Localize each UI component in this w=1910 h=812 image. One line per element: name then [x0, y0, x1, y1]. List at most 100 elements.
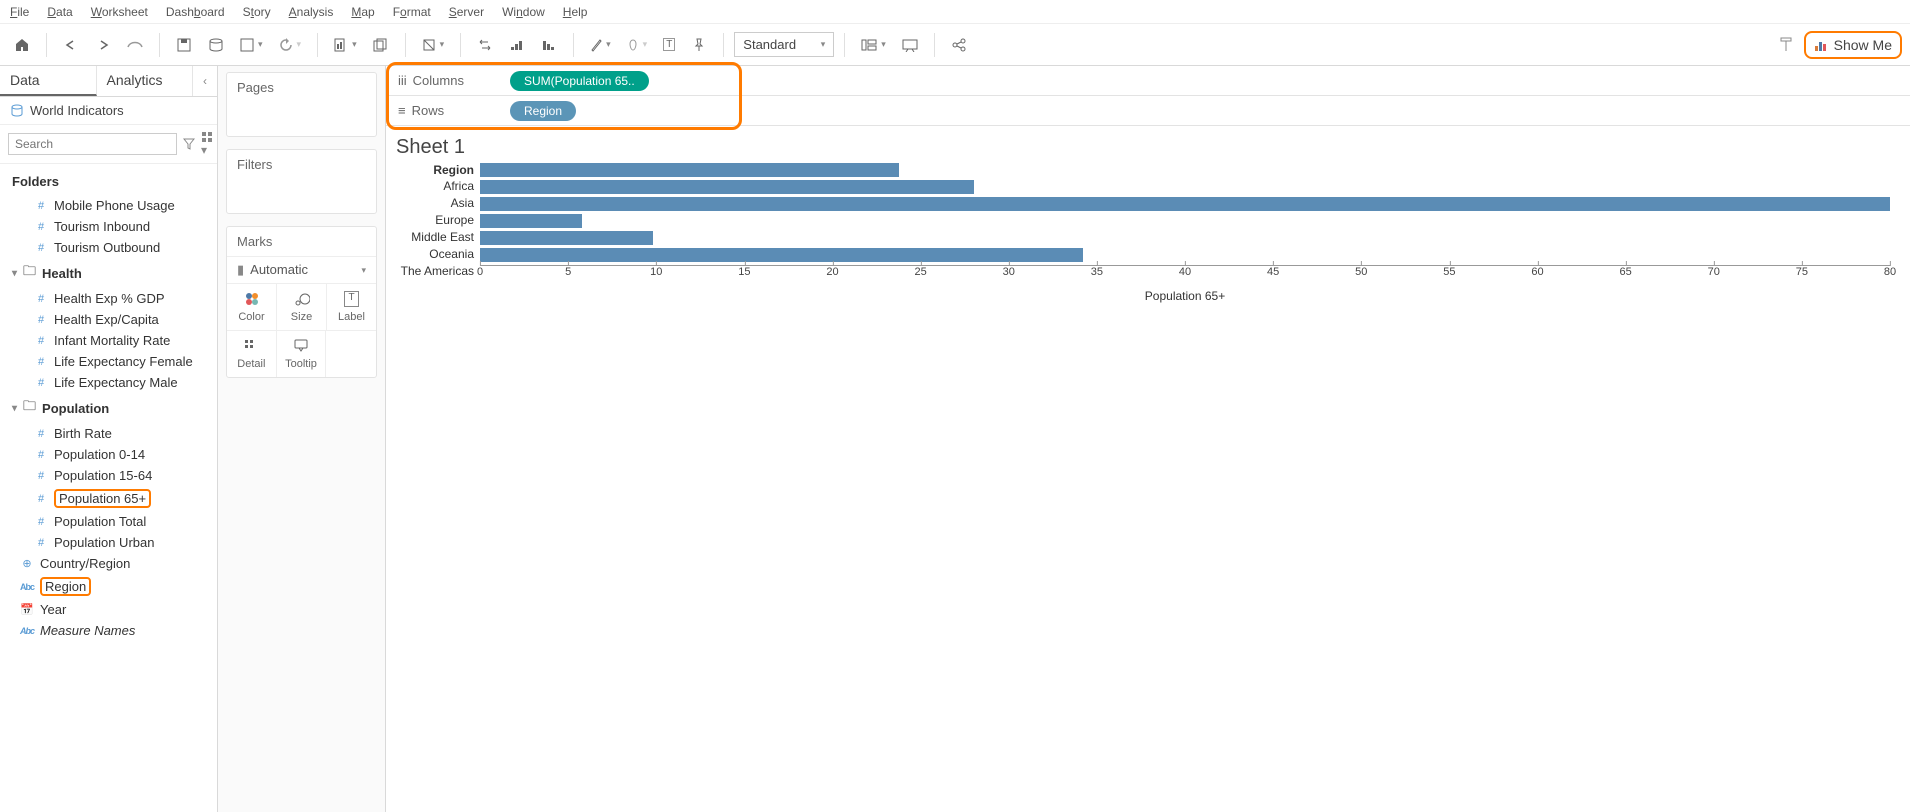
folder-item[interactable]: #Mobile Phone Usage [0, 195, 217, 216]
marks-label[interactable]: T Label [327, 284, 376, 330]
datasource-row[interactable]: World Indicators [0, 97, 217, 125]
data-pane: Data Analytics ‹ World Indicators ▾ Fold… [0, 66, 218, 812]
bar[interactable] [480, 163, 899, 177]
menu-map[interactable]: Map [351, 5, 374, 19]
revert-button[interactable] [121, 31, 149, 59]
field-item[interactable]: #Health Exp/Capita [0, 309, 217, 330]
bar[interactable] [480, 180, 974, 194]
field-item[interactable]: #Birth Rate [0, 423, 217, 444]
y-tick-label: Africa [390, 179, 480, 196]
menu-analysis[interactable]: Analysis [289, 5, 334, 19]
show-me-button[interactable]: Show Me [1804, 31, 1902, 59]
x-tick-label: 75 [1796, 266, 1808, 278]
view-icon[interactable]: ▾ [201, 131, 213, 157]
folder-group[interactable]: ▾🗀Health [0, 258, 217, 288]
x-tick-label: 25 [915, 266, 927, 278]
x-tick-label: 35 [1091, 266, 1103, 278]
new-worksheet-button[interactable]: ▾ [328, 31, 363, 59]
folder-item[interactable]: #Tourism Outbound [0, 237, 217, 258]
show-cards-button[interactable]: ▾ [855, 31, 892, 59]
group-button[interactable]: ▾ [621, 31, 654, 59]
pages-shelf[interactable]: Pages [226, 72, 377, 137]
fit-mode-select[interactable]: Standard ▾ [734, 32, 834, 57]
field-item[interactable]: ⊕Country/Region [0, 553, 217, 574]
autosave-button[interactable]: ▾ [234, 31, 269, 59]
filter-icon[interactable] [183, 138, 195, 150]
tab-data[interactable]: Data [0, 66, 97, 96]
tooltip-icon [293, 338, 309, 354]
sort-asc-button[interactable] [503, 31, 531, 59]
rows-icon: ≡ [398, 103, 406, 118]
field-item[interactable]: #Population 65+ [0, 486, 217, 511]
home-button[interactable] [8, 31, 36, 59]
columns-pill[interactable]: SUM(Population 65.. [510, 71, 649, 91]
menu-format[interactable]: Format [393, 5, 431, 19]
marks-card: Marks ▮Automatic ▾ Color Size T Label [226, 226, 377, 378]
bar[interactable] [480, 231, 653, 245]
x-tick-label: 55 [1443, 266, 1455, 278]
menu-story[interactable]: Story [243, 5, 271, 19]
x-tick-label: 20 [826, 266, 838, 278]
columns-shelf[interactable]: iiiColumns SUM(Population 65.. [386, 66, 1910, 96]
y-tick-label: Oceania [390, 247, 480, 264]
field-item[interactable]: #Population Total [0, 511, 217, 532]
menu-server[interactable]: Server [449, 5, 484, 19]
field-item[interactable]: AbcRegion [0, 574, 217, 599]
save-button[interactable] [170, 31, 198, 59]
highlight-button[interactable]: ▾ [584, 31, 617, 59]
share-button[interactable] [945, 31, 973, 59]
rows-pill[interactable]: Region [510, 101, 576, 121]
presentation-button[interactable] [896, 31, 924, 59]
field-item[interactable]: #Health Exp % GDP [0, 288, 217, 309]
marks-tooltip[interactable]: Tooltip [277, 331, 327, 377]
mark-type-select[interactable]: ▮Automatic ▾ [227, 256, 376, 284]
new-datasource-button[interactable] [202, 31, 230, 59]
field-item[interactable]: 📅Year [0, 599, 217, 620]
menu-help[interactable]: Help [563, 5, 588, 19]
field-item[interactable]: #Population 0-14 [0, 444, 217, 465]
bar[interactable] [480, 248, 1083, 262]
sheet-title[interactable]: Sheet 1 [396, 136, 1890, 159]
pin-button[interactable] [685, 31, 713, 59]
bar[interactable] [480, 214, 582, 228]
marks-size[interactable]: Size [277, 284, 327, 330]
menu-bar: File Data Worksheet Dashboard Story Anal… [0, 0, 1910, 24]
duplicate-button[interactable] [367, 31, 395, 59]
field-item[interactable]: #Life Expectancy Male [0, 372, 217, 393]
x-tick-label: 5 [565, 266, 571, 278]
guide-button[interactable] [1772, 31, 1800, 59]
search-input[interactable] [8, 133, 177, 155]
menu-dashboard[interactable]: Dashboard [166, 5, 225, 19]
redo-button[interactable] [89, 31, 117, 59]
columns-icon: iii [398, 73, 407, 88]
collapse-sidebar-icon[interactable]: ‹ [193, 66, 217, 96]
menu-data[interactable]: Data [47, 5, 72, 19]
fit-mode-value: Standard [743, 37, 796, 52]
label-toggle-button[interactable]: T [657, 31, 681, 59]
tab-analytics[interactable]: Analytics [97, 66, 194, 96]
filters-shelf[interactable]: Filters [226, 149, 377, 214]
swap-button[interactable] [471, 31, 499, 59]
x-tick-label: 40 [1179, 266, 1191, 278]
folders-header: Folders [0, 168, 217, 195]
sort-desc-button[interactable] [535, 31, 563, 59]
marks-color[interactable]: Color [227, 284, 277, 330]
label-icon: T [344, 291, 358, 307]
menu-worksheet[interactable]: Worksheet [91, 5, 148, 19]
menu-window[interactable]: Window [502, 5, 545, 19]
clear-button[interactable]: ▾ [416, 31, 451, 59]
field-item[interactable]: #Population Urban [0, 532, 217, 553]
field-item[interactable]: AbcMeasure Names [0, 620, 217, 641]
folder-group[interactable]: ▾🗀Population [0, 393, 217, 423]
menu-file[interactable]: File [10, 5, 29, 19]
refresh-button[interactable]: ▾ [273, 31, 308, 59]
folder-item[interactable]: #Tourism Inbound [0, 216, 217, 237]
bar[interactable] [480, 197, 1890, 211]
x-tick-label: 50 [1355, 266, 1367, 278]
marks-detail[interactable]: Detail [227, 331, 277, 377]
rows-shelf[interactable]: ≡Rows Region [386, 96, 1910, 126]
field-item[interactable]: #Infant Mortality Rate [0, 330, 217, 351]
undo-button[interactable] [57, 31, 85, 59]
field-item[interactable]: #Population 15-64 [0, 465, 217, 486]
field-item[interactable]: #Life Expectancy Female [0, 351, 217, 372]
